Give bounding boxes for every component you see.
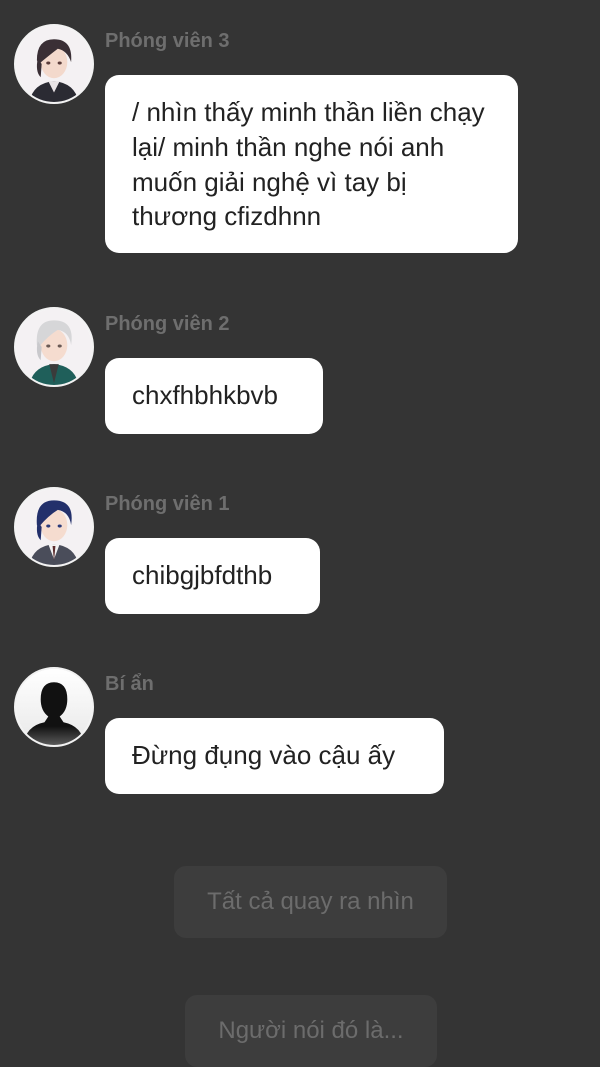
mystery-avatar[interactable]	[14, 667, 94, 747]
reporter-1-portrait-icon	[16, 489, 92, 565]
sender-name: Bí ẩn	[105, 673, 154, 695]
chat-message-reporter-2: Phóng viên 2 chxfhbhkbvb	[0, 307, 600, 437]
chat-message-mystery: Bí ẩn Đừng đụng vào cậu ấy	[0, 667, 600, 797]
message-bubble: chibgjbfdthb	[105, 538, 320, 614]
message-bubble: / nhìn thấy minh thần liền chạy lại/ min…	[105, 75, 518, 253]
reporter-3-portrait-icon	[16, 26, 92, 102]
sender-name: Phóng viên 2	[105, 313, 230, 335]
chat-message-reporter-3: Phóng viên 3 / nhìn thấy minh thần liền …	[0, 24, 600, 254]
message-bubble: chxfhbhkbvb	[105, 358, 323, 434]
silhouette-icon	[16, 669, 92, 745]
sender-name: Phóng viên 3	[105, 30, 230, 52]
reporter-1-avatar[interactable]	[14, 487, 94, 567]
reporter-2-portrait-icon	[16, 309, 92, 385]
message-bubble: Đừng đụng vào cậu ấy	[105, 718, 444, 794]
sender-name: Phóng viên 1	[105, 493, 230, 515]
choice-button-everyone-turns[interactable]: Tất cả quay ra nhìn	[174, 866, 447, 938]
chat-message-reporter-1: Phóng viên 1 chibgjbfdthb	[0, 487, 600, 617]
reporter-3-avatar[interactable]	[14, 24, 94, 104]
choice-button-speaker-is[interactable]: Người nói đó là...	[185, 995, 437, 1067]
reporter-2-avatar[interactable]	[14, 307, 94, 387]
